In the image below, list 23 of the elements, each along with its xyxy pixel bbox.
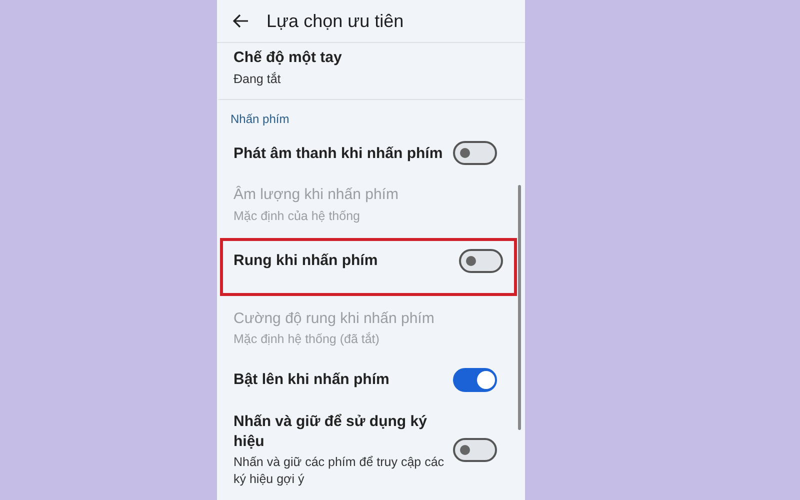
settings-row[interactable]: Nhấn và giữ để sử dụng ký hiệu Nhấn và giữ các phím để truy cập các ký hiệu gợi ý	[220, 403, 510, 497]
setting-description: Nhấn và giữ các phím để truy cập các ký hiệu gợi ý	[234, 454, 446, 488]
back-arrow-icon[interactable]	[232, 14, 248, 28]
setting-title: Phát âm thanh khi nhấn phím	[234, 144, 443, 164]
setting-title: Âm lượng khi nhấn phím	[234, 185, 398, 205]
toggle-switch[interactable]	[458, 248, 502, 273]
section-header: Nhấn phím	[230, 111, 290, 128]
settings-row[interactable]: Rung khi nhấn phím	[220, 238, 516, 296]
toggle-switch[interactable]	[452, 368, 496, 392]
screen-title: Lựa chọn ưu tiên	[266, 10, 404, 32]
settings-row[interactable]: Bật lên khi nhấn phím	[220, 357, 510, 404]
setting-title: Nhấn và giữ để sử dụng ký hiệu	[234, 412, 428, 452]
toggle-switch[interactable]	[452, 141, 496, 166]
setting-title: Cường độ rung khi nhấn phím	[234, 308, 434, 328]
setting-description: Mặc định của hệ thống	[234, 208, 361, 225]
settings-row[interactable]: Phát âm thanh khi nhấn phím	[220, 130, 510, 176]
setting-description: Đang tắt	[234, 70, 282, 88]
setting-title: Chế độ một tay	[234, 48, 342, 68]
setting-title: Bật lên khi nhấn phím	[234, 370, 390, 390]
toggle-switch[interactable]	[452, 438, 496, 462]
settings-row[interactable]: Chế độ một tay Đang tắt	[216, 43, 524, 100]
setting-description: Mặc định hệ thống (đã tắt)	[234, 331, 380, 348]
setting-title: Rung khi nhấn phím	[234, 251, 378, 270]
